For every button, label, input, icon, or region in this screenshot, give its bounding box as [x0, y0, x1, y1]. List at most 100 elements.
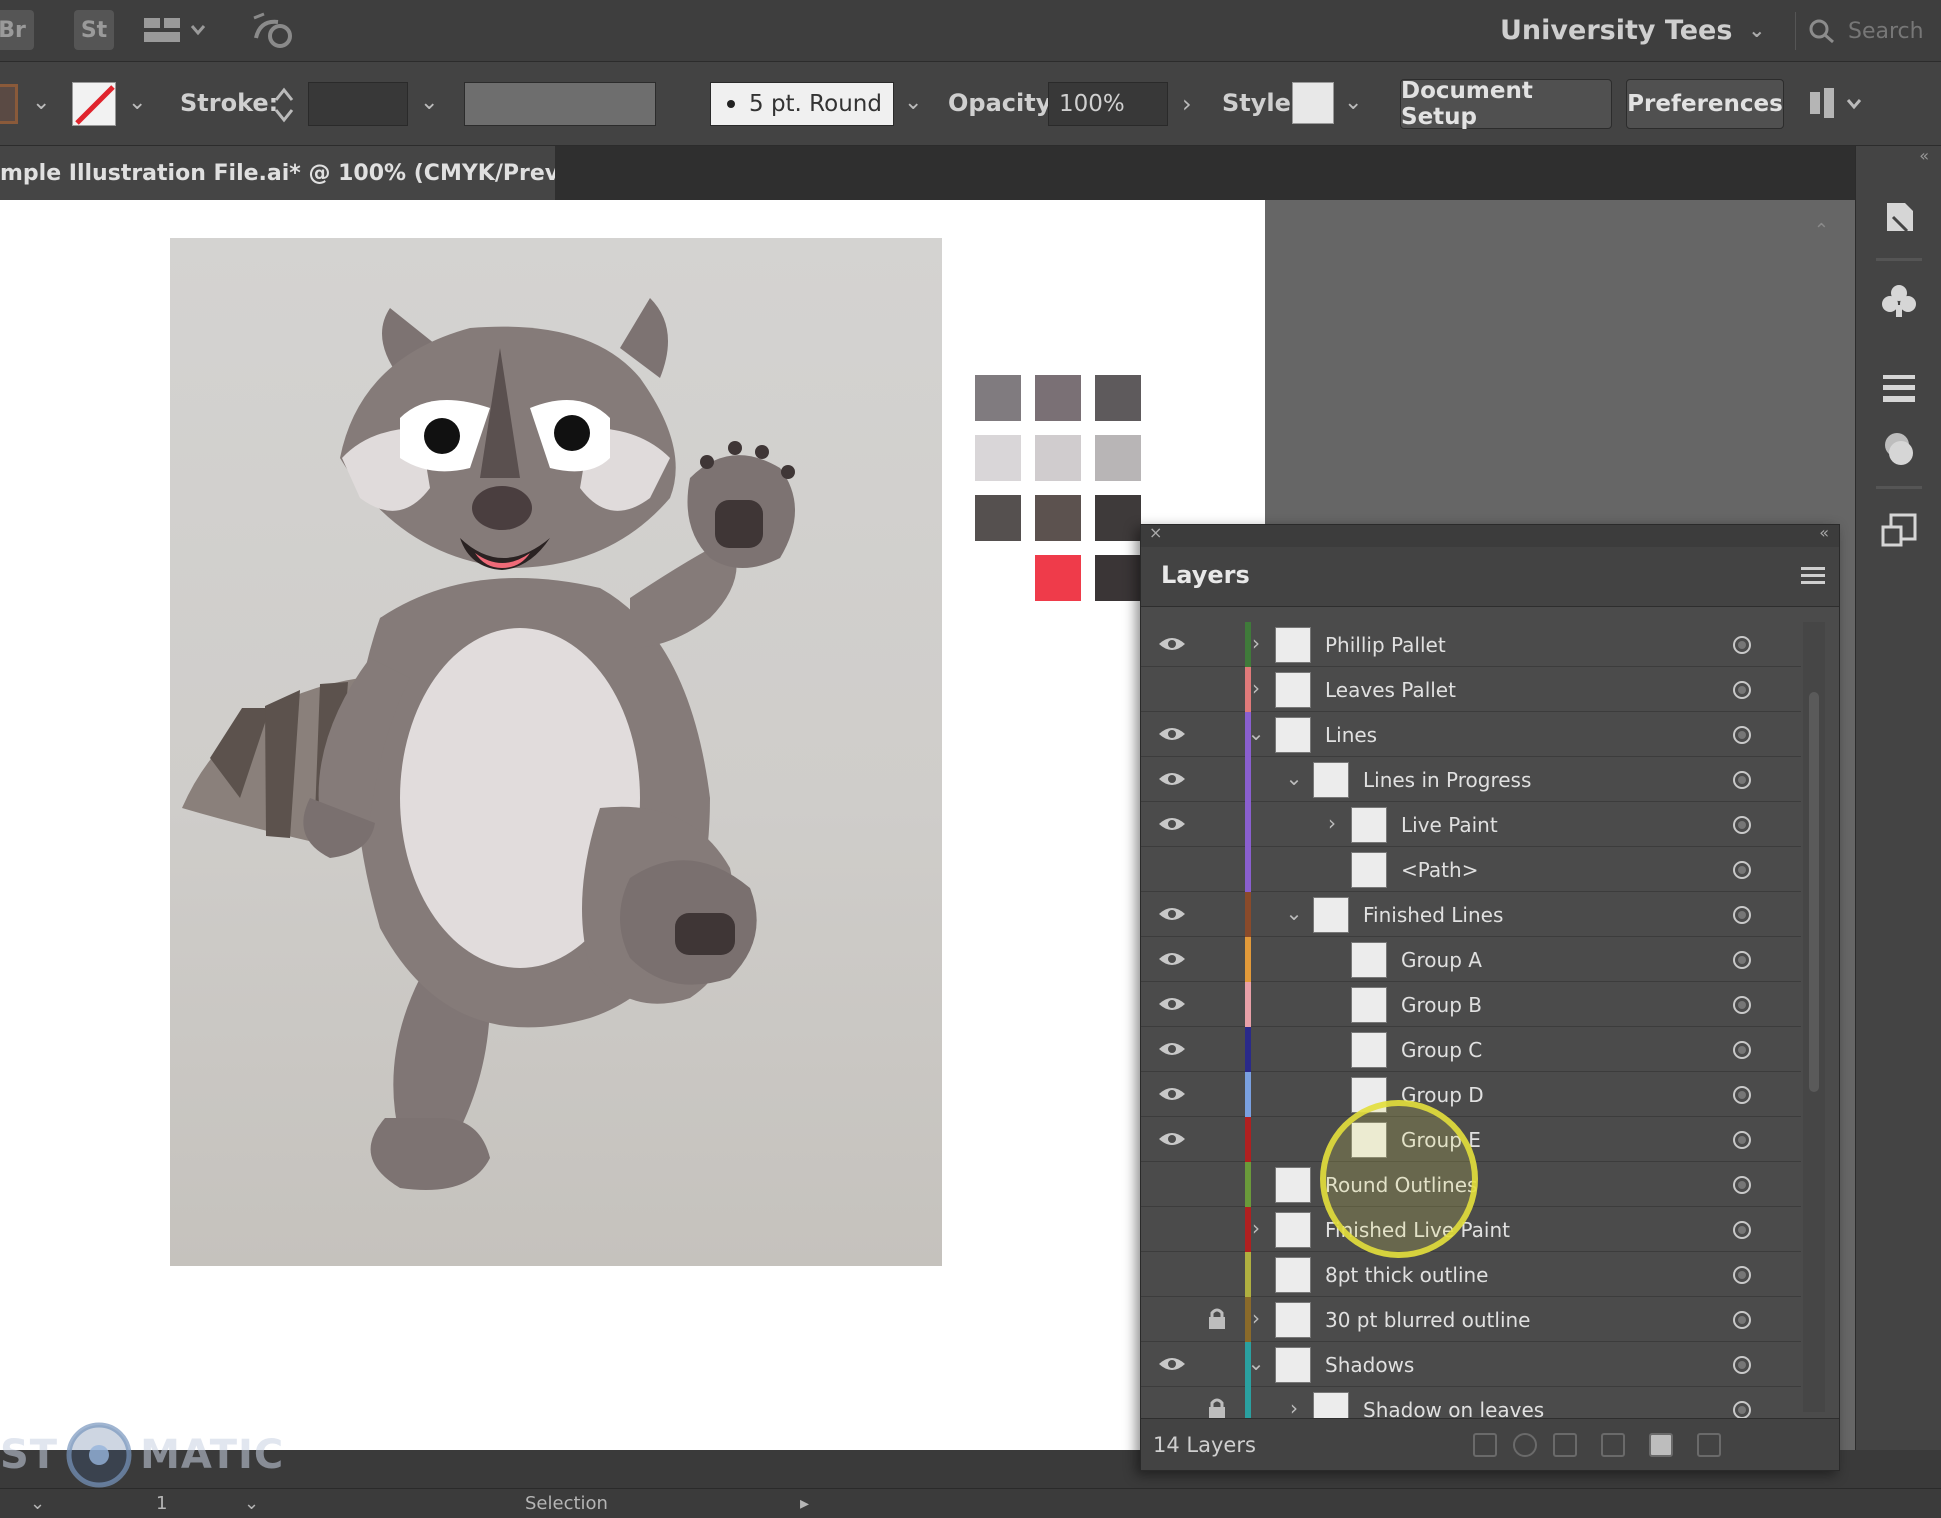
stroke-swatch[interactable] [72, 82, 116, 126]
layer-row[interactable]: › Finished Live Paint [1141, 1207, 1801, 1252]
target-circle-icon[interactable] [1733, 1086, 1751, 1104]
target-circle-icon[interactable] [1733, 1131, 1751, 1149]
style-dropdown-icon[interactable]: ⌄ [1344, 90, 1362, 115]
target-circle-icon[interactable] [1733, 1266, 1751, 1284]
document-tab[interactable]: mple Illustration File.ai* @ 100% (CMYK/… [0, 146, 555, 200]
artboard-number[interactable]: 1 [156, 1493, 167, 1514]
expand-open-icon[interactable]: ⌄ [1283, 766, 1305, 790]
expand-closed-icon[interactable]: › [1283, 1396, 1305, 1420]
expand-open-icon[interactable]: ⌄ [1245, 1351, 1267, 1375]
layer-row[interactable]: Group A [1141, 937, 1801, 982]
symbols-icon[interactable] [1872, 274, 1926, 328]
target-circle-icon[interactable] [1733, 1401, 1751, 1419]
layer-name[interactable]: Lines [1325, 723, 1377, 747]
placed-sketch-image[interactable] [170, 238, 942, 1266]
visibility-eye-icon[interactable] [1157, 1039, 1187, 1059]
visibility-toggle[interactable] [1157, 1219, 1187, 1239]
close-panel-icon[interactable]: × [1149, 523, 1162, 542]
visibility-eye-icon[interactable] [1157, 949, 1187, 969]
clipping-mask-icon[interactable] [1553, 1433, 1577, 1457]
scroll-up-icon[interactable]: ⌃ [1814, 220, 1829, 241]
target-circle-icon[interactable] [1733, 1221, 1751, 1239]
swatch[interactable] [975, 435, 1021, 481]
target-circle-icon[interactable] [1733, 726, 1751, 744]
expand-closed-icon[interactable]: › [1321, 811, 1343, 835]
layer-row[interactable]: › 30 pt blurred outline [1141, 1297, 1801, 1342]
swatch[interactable] [1095, 435, 1141, 481]
preferences-button[interactable]: Preferences [1626, 79, 1784, 129]
expand-closed-icon[interactable]: › [1245, 631, 1267, 655]
target-circle-icon[interactable] [1733, 1311, 1751, 1329]
stroke-panel-icon[interactable] [1872, 360, 1926, 414]
visibility-toggle[interactable] [1157, 859, 1187, 879]
layer-row[interactable]: <Path> [1141, 847, 1801, 892]
workspace-switcher[interactable]: University Tees ⌄ [1500, 10, 1765, 50]
play-icon[interactable]: ▸ [800, 1493, 809, 1514]
layer-row[interactable]: ⌄ Finished Lines [1141, 892, 1801, 937]
layer-row[interactable]: › Live Paint [1141, 802, 1801, 847]
swatch[interactable] [1035, 375, 1081, 421]
arrange-documents-icon[interactable] [144, 16, 206, 50]
new-layer-icon[interactable] [1649, 1433, 1673, 1457]
layer-name[interactable]: 8pt thick outline [1325, 1263, 1488, 1287]
visibility-toggle[interactable] [1157, 1174, 1187, 1194]
locate-object-icon[interactable] [1513, 1433, 1537, 1457]
brush-definition[interactable]: 5 pt. Round [710, 82, 894, 126]
appearance-icon[interactable] [1872, 422, 1926, 476]
visibility-toggle[interactable] [1157, 679, 1187, 699]
expand-open-icon[interactable]: ⌄ [1245, 721, 1267, 745]
target-circle-icon[interactable] [1733, 996, 1751, 1014]
layer-name[interactable]: Leaves Pallet [1325, 678, 1456, 702]
visibility-toggle[interactable] [1157, 1399, 1187, 1419]
target-circle-icon[interactable] [1733, 906, 1751, 924]
visibility-eye-icon[interactable] [1157, 1129, 1187, 1149]
scrollbar-thumb[interactable] [1809, 692, 1819, 1092]
target-circle-icon[interactable] [1733, 861, 1751, 879]
visibility-eye-icon[interactable] [1157, 1084, 1187, 1104]
stroke-weight-input[interactable] [308, 82, 408, 126]
document-setup-button[interactable]: Document Setup [1400, 78, 1612, 130]
visibility-eye-icon[interactable] [1157, 814, 1187, 834]
layer-row[interactable]: 8pt thick outline [1141, 1252, 1801, 1297]
expand-closed-icon[interactable]: › [1245, 676, 1267, 700]
layer-row[interactable]: › Phillip Pallet [1141, 622, 1801, 667]
visibility-eye-icon[interactable] [1157, 634, 1187, 654]
layer-row[interactable]: ⌄ Shadows [1141, 1342, 1801, 1387]
document-info-icon[interactable] [1872, 190, 1926, 244]
swatch[interactable] [1095, 555, 1141, 601]
expand-open-icon[interactable]: ⌄ [1283, 901, 1305, 925]
trash-icon[interactable] [1697, 1433, 1721, 1457]
expand-closed-icon[interactable]: › [1245, 1306, 1267, 1330]
export-icon[interactable] [1473, 1433, 1497, 1457]
layer-name[interactable]: Group C [1401, 1038, 1482, 1062]
visibility-toggle[interactable] [1157, 1264, 1187, 1284]
variable-width-profile[interactable] [464, 82, 656, 126]
gpu-performance-icon[interactable] [250, 12, 298, 54]
swatch[interactable] [1095, 375, 1141, 421]
collapse-panel-icon[interactable]: « [1819, 523, 1829, 542]
graphic-style-swatch[interactable] [1292, 82, 1334, 124]
target-circle-icon[interactable] [1733, 1176, 1751, 1194]
swatch[interactable] [1095, 495, 1141, 541]
layer-row[interactable]: ⌄ Lines in Progress [1141, 757, 1801, 802]
artboards-icon[interactable] [1872, 504, 1926, 558]
stroke-weight-dropdown-icon[interactable]: ⌄ [420, 90, 438, 115]
collapse-dock-icon[interactable]: « [1919, 146, 1929, 165]
layer-name[interactable]: Shadows [1325, 1353, 1414, 1377]
arrange-icon[interactable] [1806, 84, 1866, 128]
swatch[interactable] [1035, 435, 1081, 481]
target-circle-icon[interactable] [1733, 951, 1751, 969]
brush-dropdown-icon[interactable]: ⌄ [904, 90, 922, 115]
layers-scrollbar[interactable] [1803, 622, 1825, 1412]
layer-name[interactable]: Lines in Progress [1363, 768, 1531, 792]
layer-row[interactable]: Group D [1141, 1072, 1801, 1117]
layer-name[interactable]: Group A [1401, 948, 1482, 972]
fill-dropdown-icon[interactable]: ⌄ [32, 90, 50, 115]
layer-name[interactable]: Finished Lines [1363, 903, 1503, 927]
layer-row[interactable]: Group C [1141, 1027, 1801, 1072]
search-field[interactable]: Search [1795, 12, 1941, 50]
opacity-input[interactable]: 100% [1048, 82, 1168, 126]
stroke-weight-stepper[interactable] [272, 84, 296, 126]
layers-tab-title[interactable]: Layers [1161, 561, 1250, 589]
swatch[interactable] [1035, 495, 1081, 541]
